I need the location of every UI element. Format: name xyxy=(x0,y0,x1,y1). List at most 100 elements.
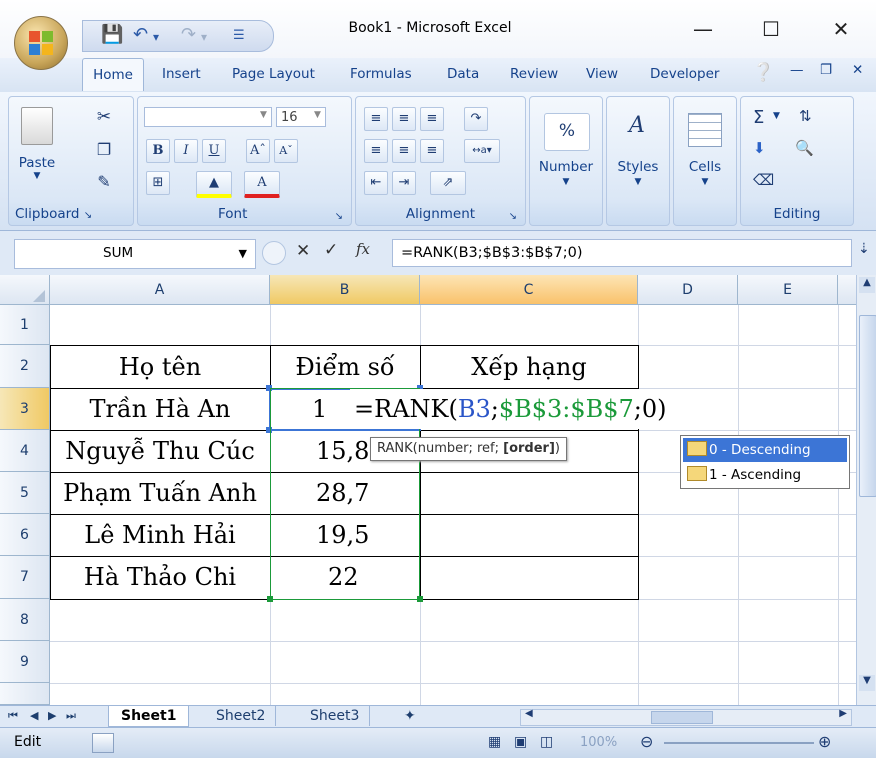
increase-indent-button[interactable]: ⇥ xyxy=(392,171,416,195)
expand-formula-bar-icon[interactable]: ⇣ xyxy=(858,241,870,257)
close-button[interactable]: ✕ xyxy=(818,14,864,46)
undo-icon[interactable]: ↶ xyxy=(133,24,148,45)
cell-a2[interactable]: Họ tên xyxy=(50,347,270,387)
underline-button[interactable]: U xyxy=(202,139,226,163)
paste-button[interactable]: Paste ▼ xyxy=(15,107,59,187)
grow-font-button[interactable]: Aˆ xyxy=(246,139,270,163)
zoom-slider[interactable] xyxy=(664,742,814,744)
shrink-font-button[interactable]: Aˇ xyxy=(274,139,298,163)
minimize-button[interactable]: — xyxy=(680,14,726,46)
tab-developer[interactable]: Developer xyxy=(650,66,719,82)
zoom-out-icon[interactable]: ⊖ xyxy=(640,732,653,751)
ribbon-restore-icon[interactable]: ❐ xyxy=(820,62,832,78)
autocomplete-item-ascending[interactable]: 1 - Ascending xyxy=(683,464,847,486)
sheet-tab-1[interactable]: Sheet1 xyxy=(108,706,190,727)
tab-insert[interactable]: Insert xyxy=(162,66,201,82)
orientation-button[interactable]: ⇗ xyxy=(430,171,466,195)
column-header-f[interactable] xyxy=(838,275,856,305)
normal-view-icon[interactable]: ▦ xyxy=(488,734,501,750)
scroll-up-icon[interactable]: ▲ xyxy=(859,277,875,293)
column-header-d[interactable]: D xyxy=(638,275,738,305)
scroll-thumb[interactable] xyxy=(859,315,876,497)
row-header-2[interactable]: 2 xyxy=(0,345,50,388)
ribbon-minimize-icon[interactable]: — xyxy=(790,62,804,78)
fill-icon[interactable]: ⬇ xyxy=(753,139,766,157)
dialog-launcher-icon[interactable]: ↘ xyxy=(84,210,92,221)
scroll-down-icon[interactable]: ▼ xyxy=(859,675,875,691)
row-header-8[interactable]: 8 xyxy=(0,599,50,641)
last-sheet-icon[interactable]: ⏭ xyxy=(66,706,76,726)
cell-a6[interactable]: Lê Minh Hải xyxy=(50,515,270,555)
styles-group[interactable]: A Styles ▼ xyxy=(606,96,670,226)
row-header-1[interactable]: 1 xyxy=(0,305,50,345)
row-header-4[interactable]: 4 xyxy=(0,430,50,472)
cell-c2[interactable]: Xếp hạng xyxy=(420,347,638,387)
tab-data[interactable]: Data xyxy=(447,66,479,82)
first-sheet-icon[interactable]: ⏮ xyxy=(8,706,18,726)
cancel-icon[interactable]: ✕ xyxy=(296,241,310,261)
h-scroll-thumb[interactable] xyxy=(651,711,713,724)
autosum-dropdown-icon[interactable]: ▼ xyxy=(773,111,780,121)
zoom-in-icon[interactable]: ⊕ xyxy=(818,732,831,751)
column-header-b[interactable]: B xyxy=(270,275,420,305)
scroll-left-icon[interactable]: ◀ xyxy=(525,708,533,719)
redo-dropdown-icon[interactable]: ▾ xyxy=(201,30,207,44)
merge-center-button[interactable]: ↔a▾ xyxy=(464,139,500,163)
column-header-c[interactable]: C xyxy=(420,275,638,305)
font-color-button[interactable]: A xyxy=(244,171,280,198)
tab-review[interactable]: Review xyxy=(510,66,558,82)
borders-button[interactable]: ⊞ xyxy=(146,171,170,195)
insert-function-icon[interactable]: fx xyxy=(356,240,370,258)
sheet-tab-3[interactable]: Sheet3 xyxy=(300,706,371,726)
vertical-scrollbar[interactable]: ▲ ▼ xyxy=(856,275,876,705)
enter-icon[interactable]: ✓ xyxy=(324,240,338,260)
wrap-text-button[interactable]: ↷ xyxy=(464,107,488,131)
number-group[interactable]: % Number ▼ xyxy=(529,96,603,226)
align-center-button[interactable]: ≡ xyxy=(392,139,416,163)
ribbon-close-icon[interactable]: ✕ xyxy=(852,62,863,78)
column-header-a[interactable]: A xyxy=(50,275,270,305)
undo-dropdown-icon[interactable]: ▾ xyxy=(153,30,159,44)
italic-button[interactable]: I xyxy=(174,139,198,163)
row-header-5[interactable]: 5 xyxy=(0,472,50,514)
bold-button[interactable]: B xyxy=(146,139,170,163)
horizontal-scrollbar[interactable]: ◀ ▶ xyxy=(520,708,852,726)
next-sheet-icon[interactable]: ▶ xyxy=(48,706,56,726)
font-name-dropdown-icon[interactable]: ▼ xyxy=(260,110,267,120)
find-select-icon[interactable]: 🔍 xyxy=(795,139,814,157)
row-header-7[interactable]: 7 xyxy=(0,556,50,599)
align-left-button[interactable]: ≡ xyxy=(364,139,388,163)
scroll-right-icon[interactable]: ▶ xyxy=(839,708,847,719)
row-header-9[interactable]: 9 xyxy=(0,641,50,683)
name-box[interactable]: SUM ▼ xyxy=(14,239,256,269)
format-painter-icon[interactable]: ✎ xyxy=(93,171,115,193)
clear-icon[interactable]: ⌫ xyxy=(753,171,774,189)
font-name-combo[interactable] xyxy=(144,107,272,127)
prev-sheet-icon[interactable]: ◀ xyxy=(30,706,38,726)
cell-a4[interactable]: Nguyễ Thu Cúc xyxy=(50,431,270,471)
font-dialog-launcher-icon[interactable]: ↘ xyxy=(335,211,343,222)
office-button[interactable] xyxy=(14,16,68,70)
page-layout-view-icon[interactable]: ▣ xyxy=(514,734,527,750)
cell-b2[interactable]: Điểm số xyxy=(270,347,420,387)
align-top-button[interactable]: ≡ xyxy=(364,107,388,131)
tab-home[interactable]: Home xyxy=(82,58,144,91)
row-header-10[interactable] xyxy=(0,683,50,705)
zoom-level[interactable]: 100% xyxy=(580,735,617,750)
maximize-button[interactable]: ☐ xyxy=(748,14,794,46)
cell-a3[interactable]: Trần Hà An xyxy=(50,389,270,429)
tab-view[interactable]: View xyxy=(586,66,618,82)
column-header-e[interactable]: E xyxy=(738,275,838,305)
sort-filter-icon[interactable]: ⇅ xyxy=(799,107,812,125)
formula-bar-handle-icon[interactable] xyxy=(262,241,286,265)
align-middle-button[interactable]: ≡ xyxy=(392,107,416,131)
row-header-3[interactable]: 3 xyxy=(0,388,50,430)
save-icon[interactable]: 💾 xyxy=(101,24,123,45)
copy-icon[interactable]: ❐ xyxy=(93,139,115,161)
sheet-tab-2[interactable]: Sheet2 xyxy=(206,706,277,726)
align-right-button[interactable]: ≡ xyxy=(420,139,444,163)
cell-a5[interactable]: Phạm Tuấn Anh xyxy=(50,473,270,513)
align-bottom-button[interactable]: ≡ xyxy=(420,107,444,131)
cells-group[interactable]: Cells ▼ xyxy=(673,96,737,226)
cell-c3-editor[interactable]: =RANK(B3;$B$3:$B$7;0) xyxy=(350,389,671,429)
